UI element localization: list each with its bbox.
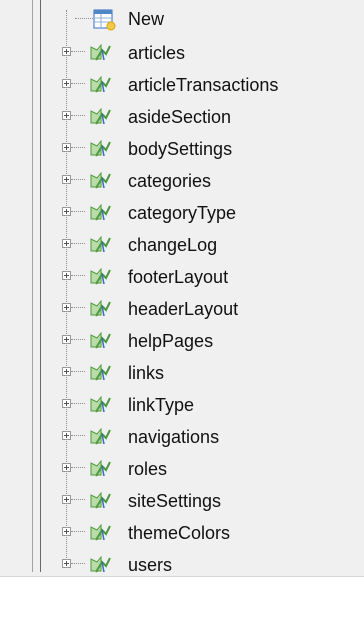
table-icon — [90, 107, 111, 125]
table-icon — [90, 203, 111, 221]
tree-item-label: helpPages — [128, 331, 214, 351]
plus-box-icon[interactable] — [62, 47, 71, 56]
tree-item-label: footerLayout — [128, 267, 229, 287]
tree-connector — [71, 179, 85, 180]
tree-item-label: bodySettings — [128, 139, 233, 159]
plus-box-icon[interactable] — [62, 271, 71, 280]
plus-box-icon[interactable] — [62, 303, 71, 312]
table-icon — [90, 395, 111, 413]
tree-item[interactable]: links — [52, 358, 364, 388]
tree-item[interactable]: roles — [52, 454, 364, 484]
table-icon — [90, 427, 111, 445]
tree-item-label: navigations — [128, 427, 220, 447]
tree-connector — [71, 51, 85, 52]
tree-item-label: users — [128, 555, 173, 575]
tree-root-line — [40, 0, 41, 572]
tree-item[interactable]: users — [52, 550, 364, 580]
plus-box-icon[interactable] — [62, 399, 71, 408]
tree-item-label: categories — [128, 171, 212, 191]
plus-box-icon[interactable] — [62, 79, 71, 88]
tree-item[interactable]: headerLayout — [52, 294, 364, 324]
table-icon — [90, 139, 111, 157]
tree-item-label: siteSettings — [128, 491, 222, 511]
tree-connector — [71, 275, 85, 276]
tree-item[interactable]: categories — [52, 166, 364, 196]
table-icon — [90, 299, 111, 317]
plus-box-icon[interactable] — [62, 431, 71, 440]
tree-item[interactable]: changeLog — [52, 230, 364, 260]
tree-item-label: New — [128, 9, 165, 29]
tree-item[interactable]: articles — [52, 38, 364, 68]
table-tree: New articles articleTransactions asideSect… — [52, 0, 364, 575]
table-icon — [90, 75, 111, 93]
plus-box-icon[interactable] — [62, 559, 71, 568]
table-icon — [90, 331, 111, 349]
plus-box-icon[interactable] — [62, 239, 71, 248]
new-table-icon — [93, 9, 116, 31]
tree-connector — [71, 467, 85, 468]
plus-box-icon[interactable] — [62, 143, 71, 152]
tree-connector — [71, 371, 85, 372]
tree-item[interactable]: categoryType — [52, 198, 364, 228]
tree-connector — [71, 531, 85, 532]
table-icon — [90, 363, 111, 381]
tree-connector — [71, 435, 85, 436]
tree-connector — [71, 499, 85, 500]
plus-box-icon[interactable] — [62, 367, 71, 376]
table-icon — [90, 555, 111, 573]
tree-item[interactable]: linkType — [52, 390, 364, 420]
tree-item-label: changeLog — [128, 235, 218, 255]
tree-item-label: asideSection — [128, 107, 232, 127]
tree-item-label: themeColors — [128, 523, 231, 543]
tree-item-label: articleTransactions — [128, 75, 279, 95]
tree-connector — [71, 83, 85, 84]
tree-connector — [71, 403, 85, 404]
plus-box-icon[interactable] — [62, 175, 71, 184]
tree-connector — [71, 115, 85, 116]
tree-item-label: links — [128, 363, 165, 383]
tree-item[interactable]: articleTransactions — [52, 70, 364, 100]
tree-connector — [75, 18, 93, 19]
plus-box-icon[interactable] — [62, 111, 71, 120]
tree-item[interactable]: helpPages — [52, 326, 364, 356]
plus-box-icon[interactable] — [62, 335, 71, 344]
table-icon — [90, 43, 111, 61]
panel-gutter — [0, 0, 32, 572]
tree-item[interactable]: asideSection — [52, 102, 364, 132]
table-icon — [90, 459, 111, 477]
tree-connector — [71, 243, 85, 244]
tree-item[interactable]: themeColors — [52, 518, 364, 548]
table-icon — [90, 171, 111, 189]
tree-connector — [71, 563, 85, 564]
tree-item-label: articles — [128, 43, 186, 63]
tree-item-label: headerLayout — [128, 299, 239, 319]
tree-item[interactable]: siteSettings — [52, 486, 364, 516]
plus-box-icon[interactable] — [62, 207, 71, 216]
table-icon — [90, 267, 111, 285]
plus-box-icon[interactable] — [62, 495, 71, 504]
tree-connector — [71, 307, 85, 308]
panel-divider — [32, 0, 33, 572]
object-explorer-panel: New articles articleTransactions asideSect… — [0, 0, 364, 577]
tree-connector — [71, 339, 85, 340]
tree-item-label: linkType — [128, 395, 195, 415]
table-icon — [90, 491, 111, 509]
tree-item-new[interactable]: New — [52, 0, 364, 31]
tree-item[interactable]: navigations — [52, 422, 364, 452]
tree-item-label: categoryType — [128, 203, 237, 223]
plus-box-icon[interactable] — [62, 527, 71, 536]
table-icon — [90, 235, 111, 253]
tree-connector — [71, 211, 85, 212]
tree-connector — [71, 147, 85, 148]
tree-item-label: roles — [128, 459, 168, 479]
table-icon — [90, 523, 111, 541]
tree-item[interactable]: bodySettings — [52, 134, 364, 164]
plus-box-icon[interactable] — [62, 463, 71, 472]
tree-item[interactable]: footerLayout — [52, 262, 364, 292]
